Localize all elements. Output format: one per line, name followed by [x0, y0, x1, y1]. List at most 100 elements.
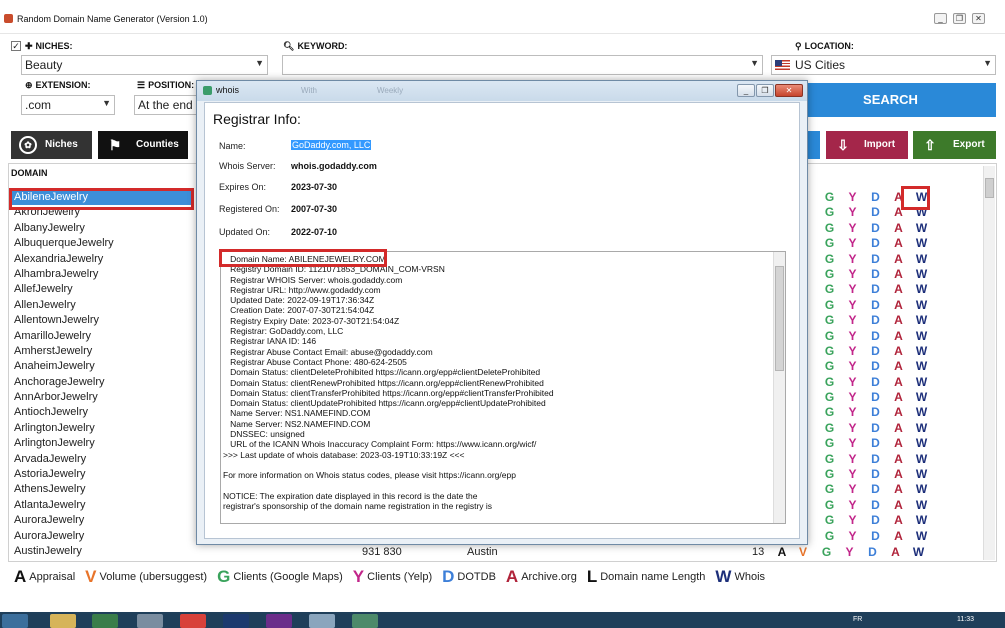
score-letter-d[interactable]: D: [864, 390, 887, 405]
domain-row[interactable]: AthensJewelry: [11, 482, 194, 497]
score-letter-a[interactable]: A: [887, 313, 910, 328]
score-letter-y[interactable]: Y: [841, 405, 864, 420]
score-letter-g[interactable]: G: [818, 344, 841, 359]
close-button[interactable]: ✕: [972, 13, 985, 24]
name-value[interactable]: GoDaddy.com, LLC: [291, 140, 372, 150]
score-letter-w[interactable]: W: [910, 282, 933, 297]
score-letter-y[interactable]: Y: [841, 236, 864, 251]
hidden-button-edge[interactable]: [808, 131, 820, 159]
score-letter-g[interactable]: G: [818, 390, 841, 405]
score-letter-y[interactable]: Y: [841, 421, 864, 436]
score-letter-a[interactable]: A: [887, 282, 910, 297]
score-letter-g[interactable]: G: [818, 313, 841, 328]
last-row-letter-g[interactable]: G: [815, 545, 838, 560]
counties-button[interactable]: ⚑ Counties: [98, 131, 188, 159]
score-letter-w[interactable]: W: [910, 298, 933, 313]
score-letter-w[interactable]: W: [910, 436, 933, 451]
search-button[interactable]: SEARCH: [785, 83, 996, 117]
score-letter-a[interactable]: A: [887, 329, 910, 344]
score-letter-d[interactable]: D: [864, 375, 887, 390]
score-letter-g[interactable]: G: [818, 375, 841, 390]
score-letter-d[interactable]: D: [864, 190, 887, 205]
score-letter-g[interactable]: G: [818, 267, 841, 282]
export-button[interactable]: ⇧ Export: [913, 131, 996, 159]
chrome-icon[interactable]: [180, 614, 206, 628]
last-row-letter-a[interactable]: A: [773, 545, 791, 560]
niches-checkbox[interactable]: ✓: [11, 41, 21, 51]
score-letter-a[interactable]: A: [887, 252, 910, 267]
score-letter-g[interactable]: G: [818, 190, 841, 205]
domain-row[interactable]: AlbanyJewelry: [11, 221, 194, 236]
score-letter-g[interactable]: G: [818, 452, 841, 467]
raw-whois-scrollbar[interactable]: [773, 252, 785, 523]
score-letter-g[interactable]: G: [818, 467, 841, 482]
score-letter-d[interactable]: D: [864, 467, 887, 482]
score-letter-g[interactable]: G: [818, 236, 841, 251]
score-letter-a[interactable]: A: [887, 375, 910, 390]
score-letter-d[interactable]: D: [864, 482, 887, 497]
score-letter-d[interactable]: D: [864, 359, 887, 374]
score-letter-a[interactable]: A: [887, 359, 910, 374]
domain-row[interactable]: AuroraJewelry: [11, 529, 194, 544]
location-select[interactable]: US Cities ▼: [771, 55, 996, 75]
score-letter-w[interactable]: W: [910, 344, 933, 359]
score-letter-g[interactable]: G: [818, 359, 841, 374]
score-letter-d[interactable]: D: [864, 205, 887, 220]
score-letter-d[interactable]: D: [864, 267, 887, 282]
domain-row[interactable]: AllentownJewelry: [11, 313, 194, 328]
extension-select[interactable]: .com ▼: [21, 95, 115, 115]
score-letter-d[interactable]: D: [864, 452, 887, 467]
score-letter-d[interactable]: D: [864, 252, 887, 267]
score-letter-y[interactable]: Y: [841, 482, 864, 497]
score-letter-y[interactable]: Y: [841, 282, 864, 297]
score-letter-g[interactable]: G: [818, 482, 841, 497]
score-letter-d[interactable]: D: [864, 529, 887, 544]
score-letter-a[interactable]: A: [887, 513, 910, 528]
taskbar-app-icon[interactable]: [92, 614, 118, 628]
score-letter-y[interactable]: Y: [841, 452, 864, 467]
scrollbar-thumb[interactable]: [985, 178, 994, 198]
score-letter-d[interactable]: D: [864, 421, 887, 436]
raw-scrollbar-thumb[interactable]: [775, 266, 784, 371]
niches-button[interactable]: ✿ Niches: [11, 131, 92, 159]
score-letter-d[interactable]: D: [864, 513, 887, 528]
visual-studio-icon[interactable]: [266, 614, 292, 628]
raw-whois-textarea[interactable]: Domain Name: ABILENEJEWELRY.COM Registry…: [220, 251, 786, 524]
domain-row[interactable]: AlhambraJewelry: [11, 267, 194, 282]
language-indicator[interactable]: FR: [853, 616, 862, 623]
score-letter-d[interactable]: D: [864, 236, 887, 251]
score-letter-g[interactable]: G: [818, 405, 841, 420]
score-letter-g[interactable]: G: [818, 205, 841, 220]
score-letter-w[interactable]: W: [910, 467, 933, 482]
photoshop-icon[interactable]: [223, 614, 249, 628]
score-letter-d[interactable]: D: [864, 405, 887, 420]
minimize-button[interactable]: _: [934, 13, 947, 24]
explorer-icon[interactable]: [50, 614, 76, 628]
score-letter-w[interactable]: W: [910, 513, 933, 528]
score-letter-a[interactable]: A: [887, 529, 910, 544]
last-row-letter-y[interactable]: Y: [838, 545, 861, 560]
score-letter-y[interactable]: Y: [841, 498, 864, 513]
domain-row[interactable]: AnnArborJewelry: [11, 390, 194, 405]
score-letter-a[interactable]: A: [887, 436, 910, 451]
domain-row[interactable]: AnchorageJewelry: [11, 375, 194, 390]
domain-row[interactable]: AlexandriaJewelry: [11, 252, 194, 267]
domain-row[interactable]: AllenJewelry: [11, 298, 194, 313]
score-letter-d[interactable]: D: [864, 436, 887, 451]
score-letter-a[interactable]: A: [887, 405, 910, 420]
domain-row[interactable]: AtlantaJewelry: [11, 498, 194, 513]
score-letter-w[interactable]: W: [910, 267, 933, 282]
start-button-icon[interactable]: [2, 614, 28, 628]
list-scrollbar[interactable]: [983, 166, 995, 560]
domain-row[interactable]: AllefJewelry: [11, 282, 194, 297]
score-letter-d[interactable]: D: [864, 221, 887, 236]
score-letter-g[interactable]: G: [818, 282, 841, 297]
score-letter-y[interactable]: Y: [841, 252, 864, 267]
score-letter-w[interactable]: W: [910, 313, 933, 328]
score-letter-y[interactable]: Y: [841, 359, 864, 374]
score-letter-w[interactable]: W: [910, 221, 933, 236]
domain-row[interactable]: AuroraJewelry: [11, 513, 194, 528]
score-letter-y[interactable]: Y: [841, 267, 864, 282]
score-letter-g[interactable]: G: [818, 513, 841, 528]
last-row-letter-a[interactable]: A: [884, 545, 907, 560]
